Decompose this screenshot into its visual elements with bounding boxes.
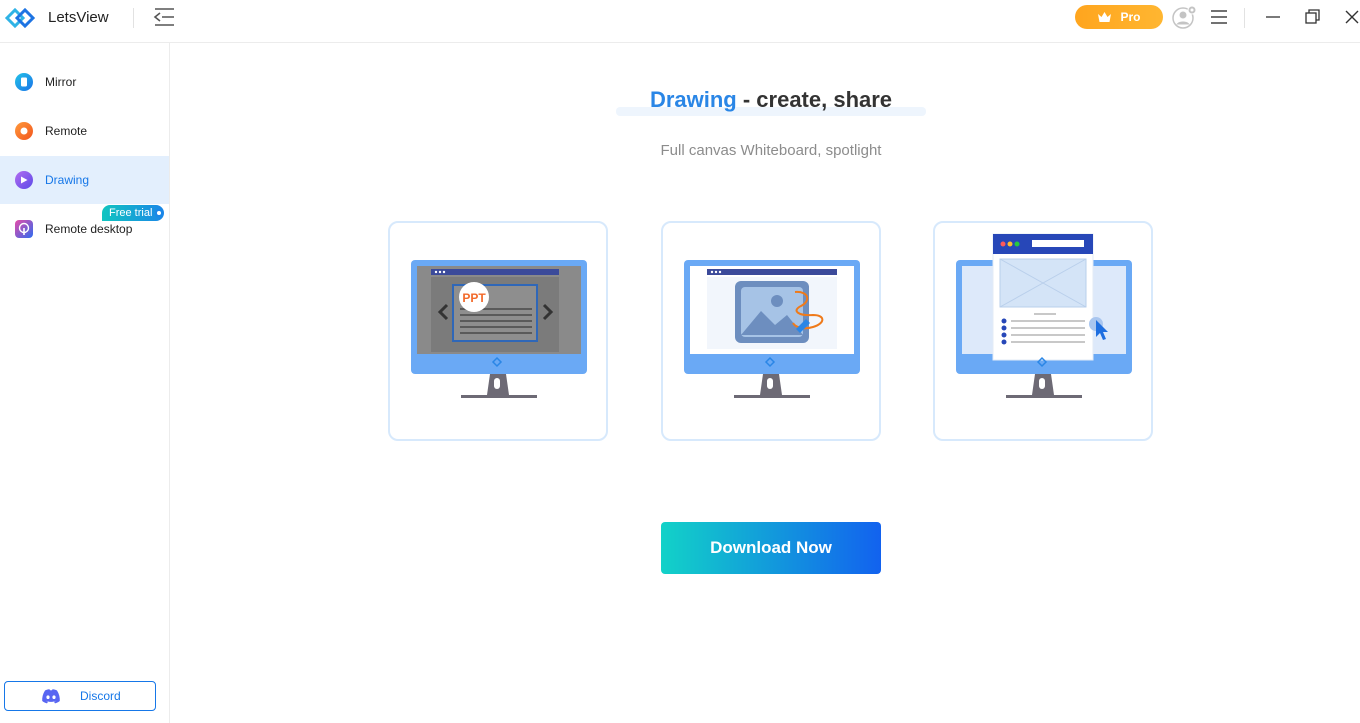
discord-icon [42, 689, 60, 704]
remote-desktop-icon [15, 220, 33, 238]
headline-accent: Drawing [649, 87, 737, 112]
ppt-text: PPT [462, 291, 486, 305]
free-trial-label: Free trial [109, 207, 153, 219]
restore-window-icon[interactable] [1300, 6, 1324, 28]
sidebar-item-label: Remote [45, 124, 88, 138]
page-subtitle: Full canvas Whiteboard, spotlight [660, 142, 882, 159]
discord-label: Discord [80, 689, 121, 703]
close-icon[interactable] [1340, 6, 1360, 28]
title-bar: LetsView Pro [0, 0, 1360, 43]
mirror-icon [15, 73, 33, 91]
collapse-sidebar-icon[interactable] [152, 6, 176, 28]
minimize-icon[interactable] [1261, 6, 1285, 28]
letsview-window: LetsView Pro Mirror Remote Drawing Remot… [0, 0, 1360, 723]
drawing-icon [15, 171, 33, 189]
discord-button[interactable]: Discord [4, 681, 156, 711]
feature-card-spotlight [933, 221, 1153, 441]
page-title: Drawing - create, share [616, 85, 926, 119]
badge-dot-icon [155, 209, 164, 217]
free-trial-badge: Free trial [102, 205, 165, 221]
remote-icon [15, 122, 33, 140]
sidebar: Mirror Remote Drawing Remote desktop Fre… [0, 43, 170, 723]
titlebar-divider [133, 8, 134, 28]
feature-card-image [661, 221, 881, 441]
sidebar-item-remote[interactable]: Remote [0, 107, 169, 155]
app-title: LetsView [48, 9, 109, 26]
pro-upgrade-button[interactable]: Pro [1075, 5, 1163, 29]
pro-label: Pro [1120, 10, 1141, 24]
headline-text: Drawing - create, share [616, 87, 926, 113]
crown-icon [1098, 12, 1112, 22]
main-content: Drawing - create, share Full canvas Whit… [170, 43, 1360, 723]
hamburger-menu-icon[interactable] [1209, 7, 1229, 27]
sidebar-item-label: Drawing [45, 173, 90, 187]
sidebar-item-label: Mirror [45, 75, 77, 89]
sidebar-item-label: Remote desktop [45, 222, 133, 236]
letsview-logo-icon [4, 7, 36, 29]
sidebar-item-drawing[interactable]: Drawing [0, 156, 169, 204]
ppt-slides-illustration: PPT [411, 260, 587, 398]
headline-rest: - create, share [736, 87, 893, 112]
download-now-button[interactable]: Download Now [661, 522, 881, 574]
sidebar-item-mirror[interactable]: Mirror [0, 58, 169, 106]
titlebar-divider-right [1244, 8, 1245, 28]
image-annotation-illustration [684, 260, 860, 398]
user-avatar-icon[interactable] [1172, 5, 1198, 29]
spotlight-browser-illustration [956, 233, 1132, 398]
feature-card-ppt: PPT [388, 221, 608, 441]
